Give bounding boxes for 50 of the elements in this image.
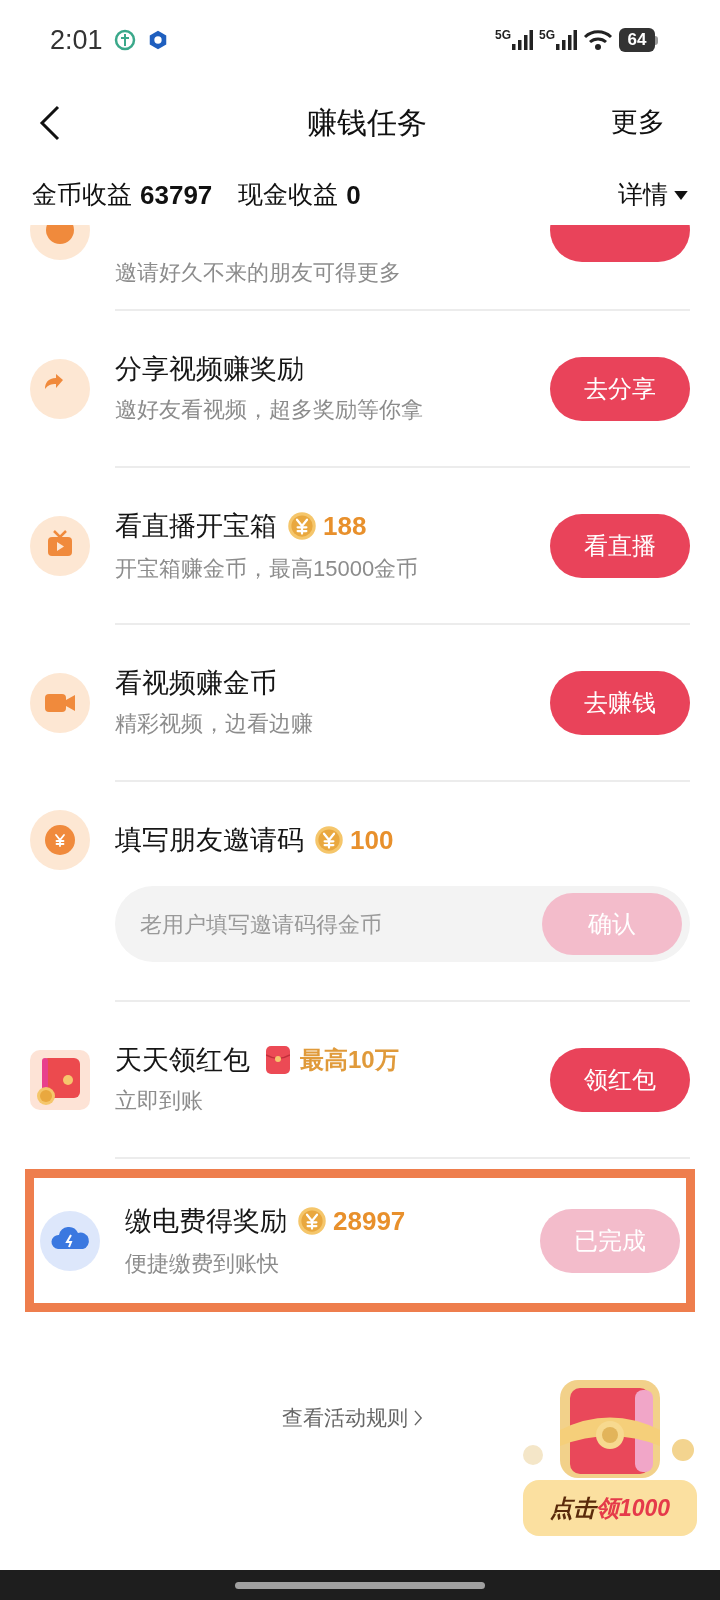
task-title: 看直播开宝箱 [115, 510, 277, 543]
task-button[interactable]: 去分享 [550, 356, 690, 421]
earnings-value: 0 [346, 178, 361, 212]
task-title: 天天领红包 [115, 1044, 250, 1077]
task-button[interactable]: 去赚钱 [550, 670, 690, 735]
envelope-icon [266, 1046, 290, 1074]
earnings-label: 现金收益 [238, 179, 339, 211]
caret-icon [674, 190, 688, 200]
rules-link[interactable]: 查看活动规则 [282, 1402, 423, 1434]
tv-icon [30, 515, 90, 576]
network-label: 5G [539, 29, 555, 41]
earnings-label: 金币收益 [32, 179, 132, 211]
task-description: 便捷缴费到账快 [125, 1249, 280, 1278]
coin-icon [287, 511, 317, 541]
details-dropdown[interactable]: 详情 [618, 176, 688, 214]
task-description: 邀请好久不来的朋友可得更多 [115, 259, 402, 287]
signal-icon [555, 29, 577, 51]
task-description: 邀好友看视频，超多奖励等你拿 [115, 396, 424, 424]
task-description: 开宝箱赚金币，最高15000金币 [115, 554, 420, 583]
coin-icon [314, 825, 344, 855]
task-button[interactable]: 看直播 [550, 513, 690, 578]
reward-amount: 188 [323, 509, 367, 543]
task-title: 缴电费得奖励 [125, 1205, 287, 1238]
share-icon [30, 358, 90, 419]
task-description: 立即到账 [115, 1087, 204, 1115]
envelope-app-icon [30, 1049, 90, 1110]
earnings-value: 63797 [140, 178, 213, 212]
back-icon[interactable] [38, 104, 62, 141]
task-title: 填写朋友邀请码 [115, 824, 304, 857]
app-icon [112, 28, 137, 52]
yen-coin-icon [30, 810, 90, 870]
network-label: 5G [494, 29, 511, 41]
reward-amount: 28997 [333, 1204, 406, 1238]
reward-label: 最高10万 [300, 1045, 399, 1075]
status-time: 2:01 [50, 23, 103, 57]
task-title: 看视频赚金币 [115, 667, 277, 700]
battery-level: 64 [619, 28, 655, 52]
task-title: 分享视频赚奖励 [115, 353, 304, 386]
task-button[interactable]: 领红包 [550, 1047, 690, 1112]
coin-icon [297, 1206, 327, 1236]
more-button[interactable]: 更多 [611, 102, 665, 143]
wifi-icon [583, 28, 613, 52]
task-description: 精彩视频，边看边赚 [115, 710, 314, 738]
cloud-bolt-icon [40, 1210, 100, 1271]
claim-badge[interactable]: 点击领1000 [523, 1480, 697, 1536]
signal-icon [511, 29, 533, 51]
reward-amount: 100 [350, 823, 394, 857]
video-camera-icon [30, 672, 90, 733]
page-title: 赚钱任务 [306, 105, 427, 141]
chevron-right-icon [414, 1409, 423, 1426]
